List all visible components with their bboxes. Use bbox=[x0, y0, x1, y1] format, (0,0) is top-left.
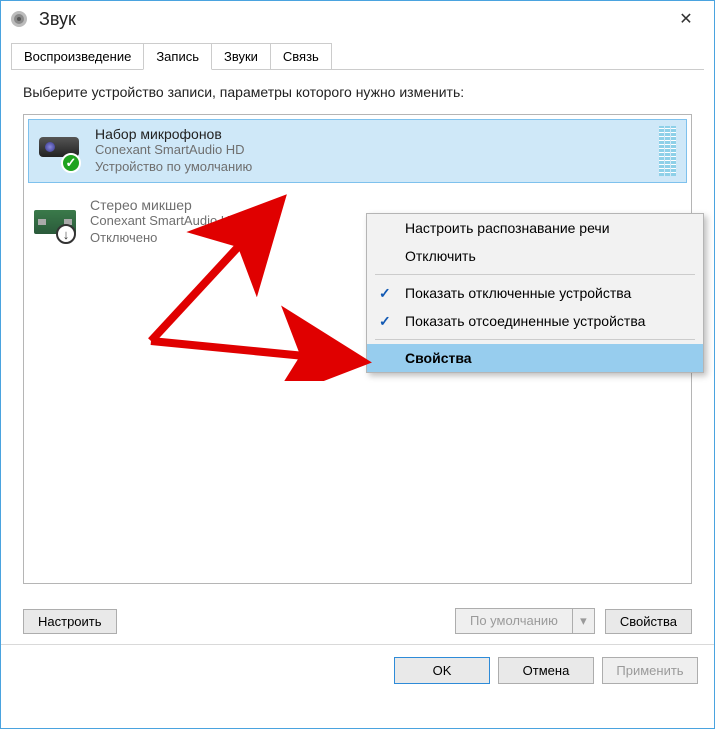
device-driver: Conexant SmartAudio HD bbox=[90, 213, 240, 230]
window-title: Звук bbox=[39, 9, 666, 30]
device-status: Устройство по умолчанию bbox=[95, 159, 252, 176]
disabled-down-icon: ↓ bbox=[56, 224, 76, 244]
set-default-dropdown[interactable]: ▾ bbox=[573, 608, 595, 634]
tab-recording[interactable]: Запись bbox=[143, 43, 212, 70]
soundcard-icon: ↓ bbox=[32, 202, 80, 242]
menu-separator bbox=[375, 339, 695, 340]
bottom-row: Настроить По умолчанию ▾ Свойства bbox=[1, 594, 714, 640]
dialog-buttons: OK Отмена Применить bbox=[1, 645, 714, 698]
set-default-button[interactable]: По умолчанию bbox=[455, 608, 573, 634]
tab-playback[interactable]: Воспроизведение bbox=[11, 43, 144, 70]
check-icon: ✓ bbox=[379, 313, 391, 330]
device-name: Стерео микшер bbox=[90, 197, 240, 213]
level-meter bbox=[659, 126, 676, 176]
check-icon: ✓ bbox=[379, 285, 391, 302]
device-driver: Conexant SmartAudio HD bbox=[95, 142, 252, 159]
apply-button[interactable]: Применить bbox=[602, 657, 698, 684]
default-check-icon: ✓ bbox=[61, 153, 81, 173]
menu-show-disconnected[interactable]: ✓ Показать отсоединенные устройства bbox=[367, 307, 703, 335]
device-status: Отключено bbox=[90, 230, 240, 247]
configure-button[interactable]: Настроить bbox=[23, 609, 117, 634]
menu-properties[interactable]: Свойства bbox=[367, 344, 703, 372]
ok-button[interactable]: OK bbox=[394, 657, 490, 684]
instruction-text: Выберите устройство записи, параметры ко… bbox=[23, 84, 692, 100]
menu-disable[interactable]: Отключить bbox=[367, 242, 703, 270]
webcam-icon: ✓ bbox=[37, 131, 85, 171]
menu-separator bbox=[375, 274, 695, 275]
tab-communications[interactable]: Связь bbox=[270, 43, 332, 70]
properties-button[interactable]: Свойства bbox=[605, 609, 692, 634]
menu-show-disabled[interactable]: ✓ Показать отключенные устройства bbox=[367, 279, 703, 307]
sound-icon bbox=[9, 9, 29, 29]
sound-dialog: Звук ✕ Воспроизведение Запись Звуки Связ… bbox=[0, 0, 715, 729]
device-name: Набор микрофонов bbox=[95, 126, 252, 142]
tab-sounds[interactable]: Звуки bbox=[211, 43, 271, 70]
tabstrip: Воспроизведение Запись Звуки Связь bbox=[1, 37, 714, 70]
titlebar[interactable]: Звук ✕ bbox=[1, 1, 714, 37]
device-item-microphone-array[interactable]: ✓ Набор микрофонов Conexant SmartAudio H… bbox=[28, 119, 687, 183]
close-icon[interactable]: ✕ bbox=[666, 4, 706, 34]
context-menu: Настроить распознавание речи Отключить ✓… bbox=[366, 213, 704, 373]
menu-speech-recognition[interactable]: Настроить распознавание речи bbox=[367, 214, 703, 242]
cancel-button[interactable]: Отмена bbox=[498, 657, 594, 684]
chevron-down-icon: ▾ bbox=[580, 613, 587, 629]
